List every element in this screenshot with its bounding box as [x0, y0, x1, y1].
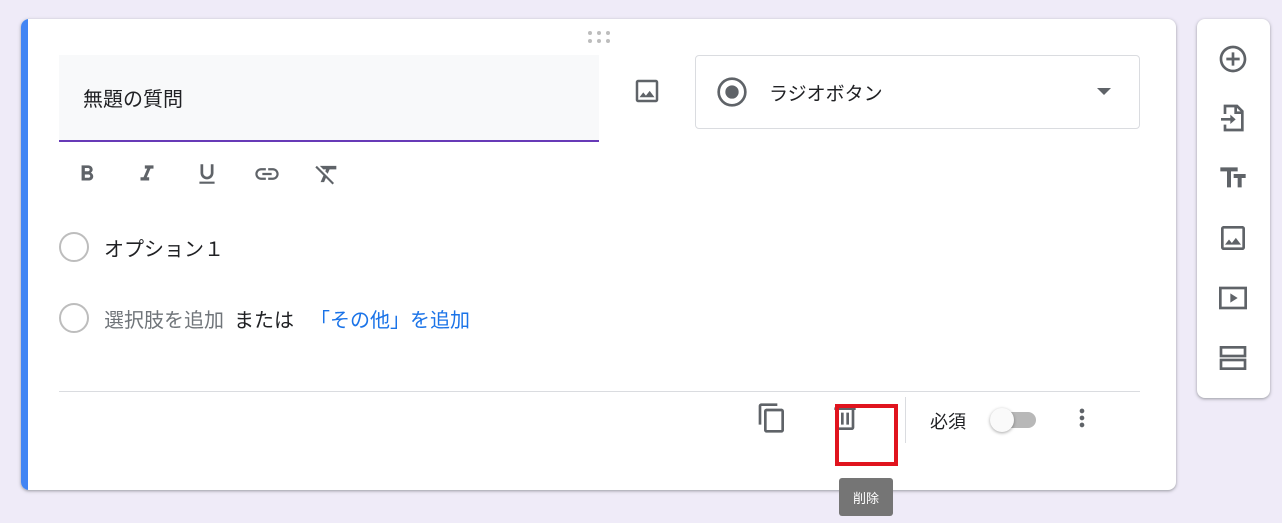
link-button[interactable] — [247, 154, 287, 194]
dropdown-arrow-icon — [1097, 88, 1111, 95]
add-section-button[interactable] — [1213, 338, 1253, 378]
floating-toolbar — [1197, 19, 1270, 398]
italic-icon — [140, 165, 154, 181]
add-question-button[interactable] — [1213, 39, 1253, 79]
add-other-link[interactable]: 「その他」を追加 — [310, 304, 470, 333]
add-title-button[interactable] — [1213, 158, 1253, 198]
more-vert-icon — [1079, 408, 1085, 428]
duplicate-button[interactable] — [752, 398, 792, 438]
add-image-icon — [1221, 226, 1245, 250]
active-accent-bar — [21, 19, 28, 490]
bold-button[interactable] — [67, 154, 107, 194]
title-text-icon — [1220, 167, 1246, 188]
question-type-select[interactable]: ラジオボタン — [695, 55, 1140, 129]
import-questions-button[interactable] — [1213, 98, 1253, 138]
delete-tooltip: 削除 — [839, 478, 893, 516]
question-type-label: ラジオボタン — [769, 83, 883, 105]
clear-format-button[interactable] — [307, 154, 347, 194]
import-questions-icon — [1221, 104, 1244, 132]
copy-icon — [758, 403, 784, 433]
option-1-label[interactable]: オプション１ — [104, 233, 224, 262]
option-row-1: オプション１ — [59, 231, 224, 263]
add-option-input[interactable]: 選択肢を追加 — [104, 304, 224, 333]
add-image-button[interactable] — [627, 71, 667, 111]
question-title-input[interactable]: 無題の質問 — [59, 55, 599, 142]
add-video-icon — [1219, 286, 1247, 310]
radio-button-icon — [717, 77, 747, 107]
delete-highlight-box — [835, 404, 898, 466]
toggle-thumb — [990, 408, 1014, 432]
formatting-toolbar — [67, 154, 367, 194]
required-toggle[interactable] — [990, 408, 1046, 432]
clear-format-icon — [315, 165, 337, 185]
or-label: または — [234, 307, 294, 332]
footer-vertical-divider — [905, 397, 906, 443]
link-icon — [255, 168, 279, 180]
add-video-button[interactable] — [1213, 278, 1253, 318]
radio-circle-icon — [59, 232, 89, 262]
required-label: 必須 — [930, 412, 966, 433]
underline-button[interactable] — [187, 154, 227, 194]
drag-handle-icon[interactable] — [588, 31, 612, 45]
add-section-icon — [1219, 346, 1247, 370]
add-option-row: 選択肢を追加 または 「その他」を追加 — [59, 302, 470, 334]
add-question-icon — [1219, 45, 1247, 73]
italic-button[interactable] — [127, 154, 167, 194]
question-title-text: 無題の質問 — [83, 87, 183, 111]
radio-circle-icon — [59, 303, 89, 333]
more-options-button[interactable] — [1062, 398, 1102, 438]
underline-icon — [199, 164, 215, 184]
bold-icon — [81, 165, 94, 181]
add-image-sidebar-button[interactable] — [1213, 218, 1253, 258]
image-icon — [635, 79, 659, 103]
footer-divider — [59, 391, 1140, 392]
